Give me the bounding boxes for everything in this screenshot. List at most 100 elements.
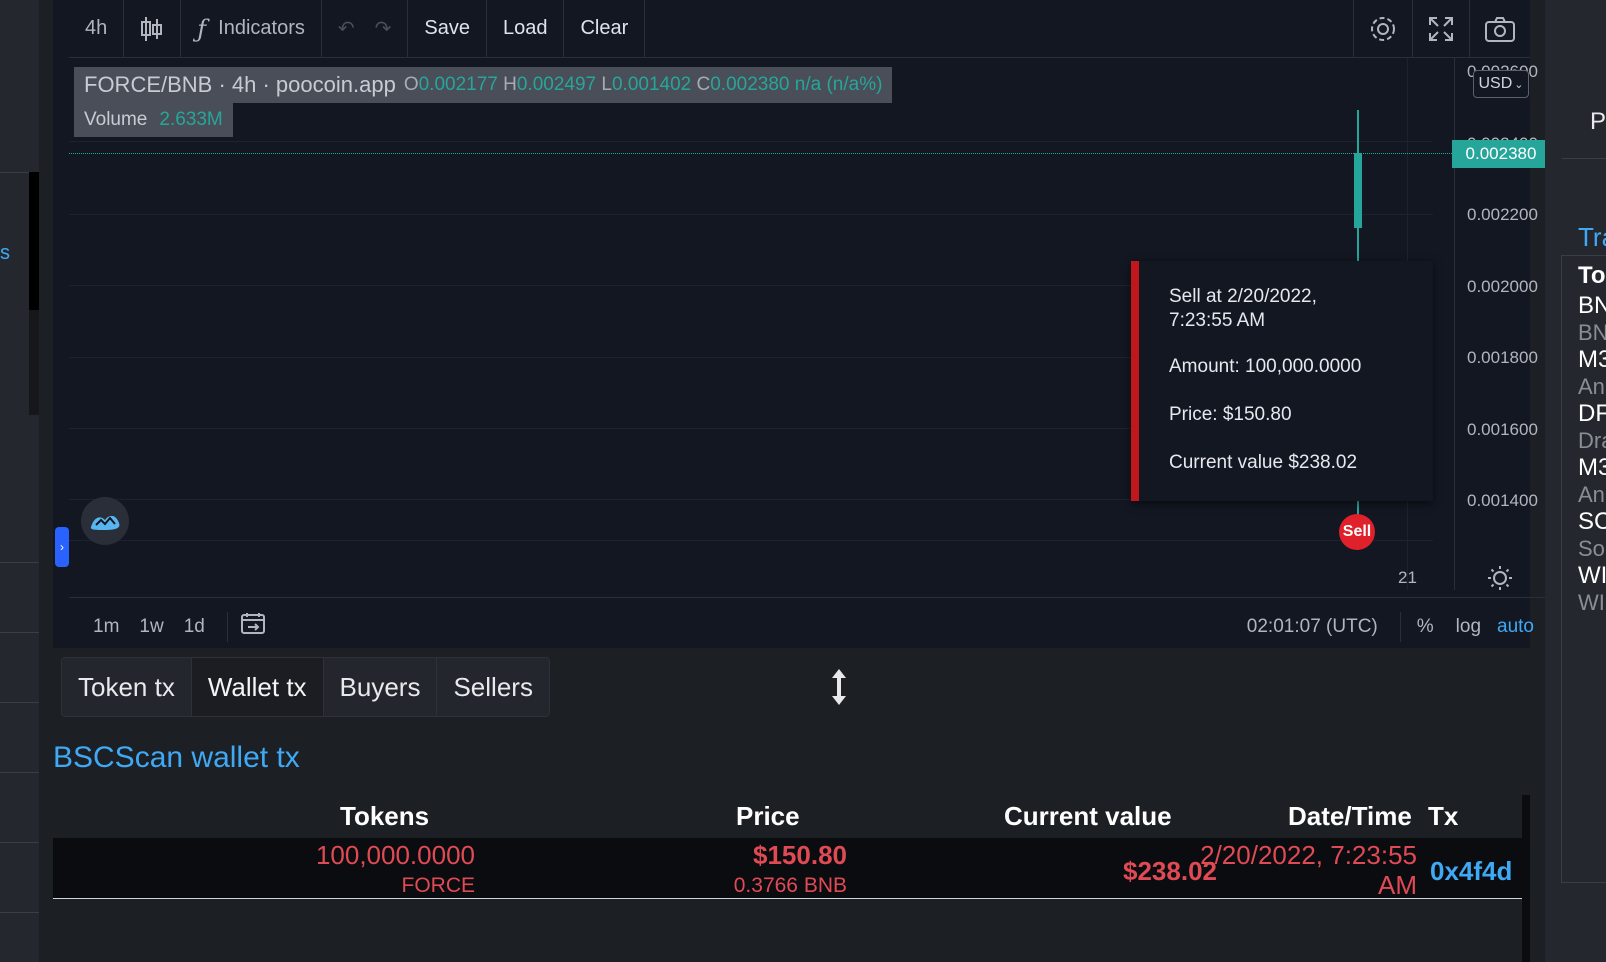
date-range-icon[interactable] (240, 612, 266, 642)
left-scrollbar-track (29, 310, 39, 415)
row-tx-link[interactable]: 0x4f4d (1430, 856, 1512, 887)
right-row-main: Tol (1578, 262, 1606, 289)
ohlc-values: O0.002177 H0.002497 L0.001402 C0.002380 … (404, 74, 883, 96)
right-row-sub: An (1578, 482, 1605, 507)
row-token-symbol: FORCE (401, 874, 476, 897)
high-value: 0.002497 (516, 74, 597, 95)
tabs-area: Token tx Wallet tx Buyers Sellers (53, 655, 1530, 725)
indicators-button[interactable]: ƒ Indicators (181, 0, 322, 58)
bottom-bar-right: 02:01:07 (UTC) % log auto (1247, 598, 1550, 656)
time-axis-tick: 21 (1398, 568, 1417, 587)
divider (0, 772, 39, 773)
indicators-label: Indicators (218, 17, 305, 39)
right-row-main[interactable]: BN (1578, 292, 1606, 320)
tab-token-tx[interactable]: Token tx (62, 658, 192, 716)
col-header-current-value: Current value (1004, 801, 1172, 831)
last-price-line (69, 153, 1452, 154)
candle-body (1354, 153, 1362, 228)
right-panel-link[interactable]: Tra (1578, 222, 1606, 253)
divider (0, 842, 39, 843)
price-tick: 0.002000 (1467, 277, 1538, 296)
right-row-main[interactable]: M3 (1578, 454, 1606, 482)
symbol-label: FORCE/BNB · 4h · poocoin.app (84, 72, 396, 97)
tooltip-title-line2: 7:23:55 AM (1169, 310, 1266, 331)
left-link-fragment[interactable]: s (0, 242, 10, 265)
chart-bottom-bar: 1m 1w 1d 02:01:07 (UTC) % log auto (69, 598, 1550, 656)
divider (1399, 612, 1401, 642)
resize-vertical-icon[interactable] (830, 667, 848, 707)
high-label: H (503, 74, 517, 95)
col-header-tx: Tx (1428, 801, 1459, 831)
grid-line (69, 540, 1433, 541)
left-panel: s (0, 0, 39, 962)
price-axis[interactable]: 0.002600 0.002400 0.002200 0.002000 0.00… (1454, 58, 1550, 590)
theme-sun-icon[interactable] (1487, 565, 1513, 591)
divider (0, 702, 39, 703)
volume-label: Volume (84, 109, 148, 130)
currency-label: USD (1478, 75, 1513, 92)
open-label: O (403, 74, 419, 95)
right-row-main[interactable]: DF (1578, 400, 1606, 428)
row-price: $150.80 (753, 840, 847, 870)
tab-wallet-tx[interactable]: Wallet tx (191, 658, 324, 716)
divider (226, 612, 228, 642)
tooltip-price: Price: $150.80 (1169, 404, 1292, 425)
open-value: 0.002177 (418, 74, 498, 95)
fullscreen-button[interactable] (1412, 0, 1469, 58)
tab-buyers[interactable]: Buyers (323, 658, 438, 716)
function-icon: ƒ (197, 14, 207, 43)
price-tick: 0.001800 (1467, 348, 1538, 367)
tx-tabs: Token tx Wallet tx Buyers Sellers (61, 657, 550, 717)
screenshot-button[interactable] (1469, 0, 1530, 58)
table-scrollbar[interactable] (1522, 795, 1530, 962)
undo-icon[interactable]: ↶ (338, 16, 355, 41)
utc-clock[interactable]: 02:01:07 (UTC) (1247, 616, 1378, 638)
chevron-right-icon: › (60, 540, 64, 554)
settings-button[interactable] (1353, 0, 1412, 58)
gear-icon (1371, 17, 1395, 41)
interval-button[interactable]: 4h (69, 0, 125, 58)
right-row-main[interactable]: M3 (1578, 346, 1606, 374)
left-scrollbar[interactable] (29, 172, 39, 310)
auto-toggle[interactable]: auto (1497, 616, 1534, 638)
percent-toggle[interactable]: % (1417, 616, 1434, 638)
price-tick: 0.002200 (1467, 205, 1538, 224)
divider (0, 562, 39, 563)
chart-logo[interactable] (81, 497, 129, 545)
tab-sellers[interactable]: Sellers (437, 658, 549, 716)
right-row-sub: An (1578, 374, 1605, 399)
currency-dropdown[interactable]: USD ⌄ (1473, 70, 1529, 98)
price-tick: 0.001600 (1467, 420, 1538, 439)
redo-icon[interactable]: ↷ (375, 16, 392, 41)
poocoin-logo-icon (90, 515, 120, 530)
side-panel-toggle[interactable]: › (55, 527, 69, 567)
chart-legend: FORCE/BNB · 4h · poocoin.app O0.002177 H… (74, 67, 893, 103)
timeframe-1d[interactable]: 1d (174, 616, 215, 638)
divider (0, 912, 39, 913)
right-row-main[interactable]: WI (1578, 562, 1606, 590)
camera-icon (1485, 17, 1515, 42)
right-panel-heading: P (1590, 108, 1606, 135)
grid-line (69, 214, 1433, 215)
col-header-tokens: Tokens (340, 801, 430, 831)
section-title[interactable]: BSCScan wallet tx (53, 741, 300, 775)
clear-button[interactable]: Clear (564, 0, 646, 58)
col-header-price: Price (736, 801, 800, 831)
chart-type-button[interactable] (124, 0, 182, 58)
timeframe-1w[interactable]: 1w (129, 616, 173, 638)
change-value: n/a (n/a%) (794, 74, 883, 95)
right-row-sub: Sor (1578, 536, 1606, 561)
timeframe-1m[interactable]: 1m (83, 616, 129, 638)
right-row-main[interactable]: SC (1578, 508, 1606, 536)
load-button[interactable]: Load (487, 0, 565, 58)
sell-marker[interactable]: Sell (1339, 514, 1375, 550)
candles-icon (141, 16, 163, 41)
close-label: C (696, 74, 711, 95)
price-tick: 0.001400 (1467, 491, 1538, 510)
divider (0, 632, 39, 633)
log-toggle[interactable]: log (1456, 616, 1481, 638)
table-row: 100,000.0000 FORCE $150.80 0.3766 BNB $2… (53, 838, 1523, 900)
row-time-suffix: AM (1378, 870, 1417, 900)
save-button[interactable]: Save (408, 0, 487, 58)
tooltip-title: Sell at 2/20/2022, 7:23:55 AM (1169, 285, 1403, 333)
